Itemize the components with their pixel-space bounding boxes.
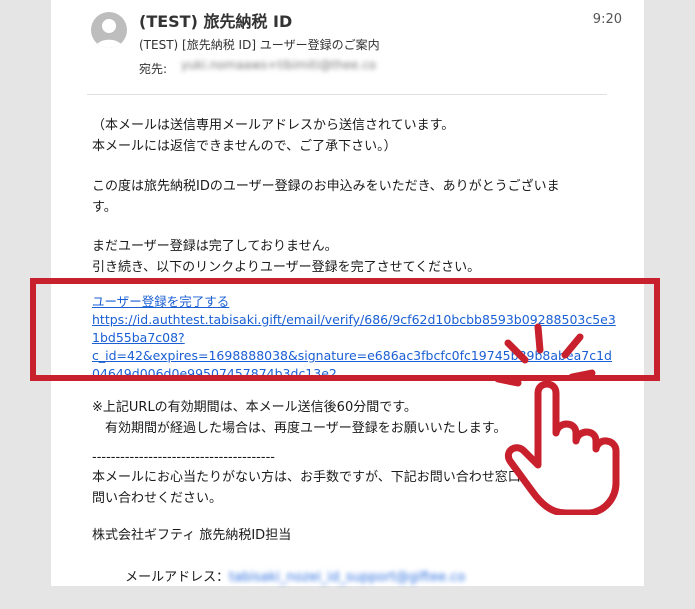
company-name: 株式会社ギフティ 旅先納税ID担当	[92, 528, 292, 543]
contact-line-1: 本メールにお心当たりがない方は、お手数ですが、下記お問い合わせ窓口まで	[92, 470, 547, 485]
separator-line: ---------------------------------------	[92, 450, 275, 465]
email-subject: (TEST) [旅先納税 ID] ユーザー登録のご案内	[139, 38, 380, 52]
intro-line-2: 本メールには返信できませんので、ご了承下さい。）	[92, 139, 397, 154]
to-label: 宛先:	[139, 62, 168, 76]
contact-line-2: 問い合わせください。	[92, 491, 223, 506]
sender-name: (TEST) 旅先納税 ID	[139, 12, 293, 31]
to-address: yuki.nomaaws+tibimiti@thee.co	[181, 58, 377, 72]
expiry-line-2: 有効期間が経過した場合は、再度ユーザー登録をお願いいたします。	[92, 421, 507, 436]
thanks-line-1: この度は旅先納税IDのユーザー登録のお申込みをいただき、ありがとうございま	[92, 179, 560, 194]
mail-label: メールアドレス：tabisaki_nozei_id_support@giftee…	[92, 546, 465, 609]
notice-line-2: 引き続き、以下のリンクよりユーザー登録を完了させてください。	[92, 260, 481, 275]
expiry-line-1: ※上記URLの有効期間は、本メール送信後60分間です。	[92, 400, 417, 415]
sender-avatar-icon	[91, 12, 127, 48]
notice-line-1: まだユーザー登録は完了しておりません。	[92, 239, 338, 254]
tapping-hand-icon	[494, 323, 620, 515]
screenshot-frame: (TEST) 旅先納税 ID 9:20 (TEST) [旅先納税 ID] ユーザ…	[0, 0, 695, 586]
email-header: (TEST) 旅先納税 ID 9:20 (TEST) [旅先納税 ID] ユーザ…	[51, 0, 644, 96]
header-divider	[87, 94, 607, 95]
received-time: 9:20	[592, 12, 622, 27]
thanks-line-2: す。	[92, 200, 117, 215]
support-mail-address[interactable]: tabisaki_nozei_id_support@giftee.co	[229, 570, 465, 585]
mail-label-text: メールアドレス：	[125, 570, 230, 585]
intro-line-1: （本メールは送信専用メールアドレスから送信されています。	[92, 118, 455, 133]
